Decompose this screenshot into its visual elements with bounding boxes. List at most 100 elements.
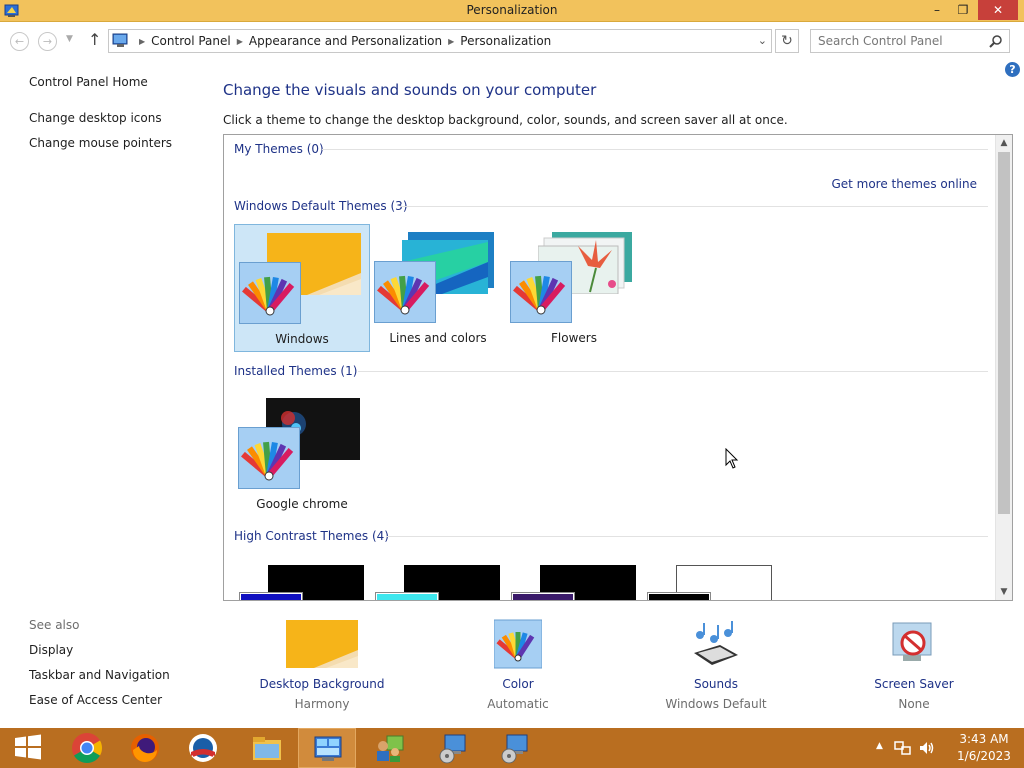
remote-install-icon — [439, 734, 466, 764]
remote-install-icon — [501, 734, 528, 764]
address-bar[interactable]: ▶ Control Panel ▶ Appearance and Personaliz… — [108, 29, 772, 53]
screen-saver-value: None — [898, 697, 930, 711]
themes-scrollbar[interactable]: ▲ ▼ — [995, 135, 1012, 600]
taskbar: ▲ 3:43 AM 1/6/2023 — [0, 728, 1024, 768]
minimize-button[interactable]: – — [924, 0, 950, 20]
theme-high-contrast-white[interactable] — [644, 565, 772, 600]
up-button[interactable]: ↑ — [88, 30, 101, 49]
default-themes-heading: Windows Default Themes (3) — [234, 199, 408, 213]
get-more-themes-link[interactable]: Get more themes online — [831, 177, 977, 191]
breadcrumb-personalization[interactable]: Personalization — [460, 34, 551, 48]
change-desktop-icons-link[interactable]: Change desktop icons — [29, 111, 162, 125]
desktop-background-icon — [286, 620, 358, 668]
breadcrumb: ▶ Control Panel ▶ Appearance and Personaliz… — [133, 34, 551, 48]
hc-swatch — [647, 592, 711, 600]
control-panel-icon — [112, 33, 128, 47]
clock-time[interactable]: 3:43 AM — [954, 732, 1014, 746]
breadcrumb-appearance[interactable]: Appearance and Personalization — [249, 34, 442, 48]
display-link[interactable]: Display — [29, 643, 73, 657]
firefox-taskbar-button[interactable] — [116, 728, 174, 768]
network-users-icon — [377, 735, 404, 762]
control-panel-home-link[interactable]: Control Panel Home — [29, 75, 148, 89]
theme-high-contrast-3[interactable] — [508, 565, 636, 600]
section-divider — [400, 206, 988, 207]
sounds-value: Windows Default — [665, 697, 767, 711]
screen-saver-label[interactable]: Screen Saver — [834, 677, 994, 691]
theme-label: Flowers — [551, 331, 597, 345]
high-contrast-heading: High Contrast Themes (4) — [234, 529, 389, 543]
network-users-taskbar-button[interactable] — [360, 728, 418, 768]
scroll-up-chevron-icon[interactable]: ▲ — [996, 135, 1012, 151]
theme-label: Windows — [275, 332, 329, 346]
my-themes-heading: My Themes (0) — [234, 142, 324, 156]
theme-label: Google chrome — [256, 497, 348, 511]
network-icon[interactable] — [894, 740, 912, 756]
chrome-icon — [72, 733, 103, 764]
refresh-button[interactable]: ↻ — [775, 29, 799, 53]
screen-saver-icon — [892, 622, 932, 661]
file-explorer-taskbar-button[interactable] — [238, 728, 296, 768]
breadcrumb-separator-icon[interactable]: ▶ — [237, 37, 243, 46]
theme-lines-and-colors[interactable]: Lines and colors — [370, 224, 506, 352]
windows-logo-icon — [15, 734, 41, 760]
file-explorer-icon — [253, 737, 281, 760]
remote-install-taskbar-button[interactable] — [424, 728, 482, 768]
clock-date[interactable]: 1/6/2023 — [948, 749, 1020, 763]
section-divider — [386, 536, 988, 537]
taskbar-navigation-link[interactable]: Taskbar and Navigation — [29, 668, 170, 682]
chrome-taskbar-button[interactable] — [58, 728, 116, 768]
mouse-cursor-icon — [725, 448, 739, 469]
scroll-thumb[interactable] — [998, 152, 1010, 514]
show-hidden-icons-chevron-icon[interactable]: ▲ — [876, 741, 883, 751]
back-button[interactable]: ← — [10, 32, 29, 51]
search-input[interactable] — [818, 31, 988, 51]
system-tray: ▲ 3:43 AM 1/6/2023 — [864, 728, 1024, 768]
breadcrumb-separator-icon[interactable]: ▶ — [139, 37, 145, 46]
hc-swatch — [239, 592, 303, 600]
breadcrumb-separator-icon[interactable]: ▶ — [448, 37, 454, 46]
close-button[interactable]: ✕ — [978, 0, 1018, 20]
remote-install-taskbar-button-2[interactable] — [486, 728, 544, 768]
scroll-down-chevron-icon[interactable]: ▼ — [996, 584, 1012, 600]
recent-locations-chevron-icon[interactable]: ▼ — [66, 34, 73, 44]
search-box[interactable] — [810, 29, 1010, 53]
desktop-background-value: Harmony — [294, 697, 350, 711]
color-palette-icon — [239, 262, 301, 324]
firefox-icon — [131, 734, 159, 762]
desktop-background-label[interactable]: Desktop Background — [242, 677, 402, 691]
start-button[interactable] — [0, 728, 58, 768]
screen-saver-setting[interactable]: Screen Saver None — [834, 618, 994, 711]
address-dropdown-chevron-icon[interactable]: ⌄ — [758, 34, 767, 47]
breadcrumb-control-panel[interactable]: Control Panel — [151, 34, 231, 48]
theme-windows[interactable]: Windows — [234, 224, 370, 352]
color-palette-icon — [510, 261, 572, 323]
search-icon[interactable] — [989, 34, 1003, 48]
ease-of-access-link[interactable]: Ease of Access Center — [29, 693, 162, 707]
theme-label: Lines and colors — [389, 331, 487, 345]
sounds-setting[interactable]: Sounds Windows Default — [636, 618, 796, 711]
change-mouse-pointers-link[interactable]: Change mouse pointers — [29, 136, 172, 150]
color-label[interactable]: Color — [438, 677, 598, 691]
color-palette-icon — [238, 427, 300, 489]
forward-button[interactable]: → — [38, 32, 57, 51]
help-icon[interactable]: ? — [1005, 62, 1020, 77]
theme-google-chrome[interactable]: Google chrome — [234, 390, 370, 518]
theme-high-contrast-2[interactable] — [372, 565, 500, 600]
theme-flowers[interactable]: Flowers — [506, 224, 642, 352]
color-palette-icon — [374, 261, 436, 323]
sounds-label[interactable]: Sounds — [636, 677, 796, 691]
page-title: Change the visuals and sounds on your co… — [223, 81, 597, 99]
sounds-music-icon — [694, 621, 738, 665]
control-panel-taskbar-button[interactable] — [298, 728, 356, 768]
window-title: Personalization — [466, 3, 558, 17]
desktop-background-setting[interactable]: Desktop Background Harmony — [242, 618, 402, 711]
color-setting[interactable]: Color Automatic — [438, 618, 598, 711]
themes-list[interactable]: My Themes (0) Get more themes online Win… — [223, 134, 1013, 601]
obama-logo-taskbar-button[interactable] — [174, 728, 232, 768]
volume-icon[interactable] — [918, 740, 936, 756]
color-palette-icon — [494, 619, 542, 669]
theme-high-contrast-1[interactable] — [236, 565, 364, 600]
maximize-button[interactable]: ❐ — [950, 0, 976, 20]
installed-themes-heading: Installed Themes (1) — [234, 364, 358, 378]
see-also-heading: See also — [29, 618, 80, 632]
